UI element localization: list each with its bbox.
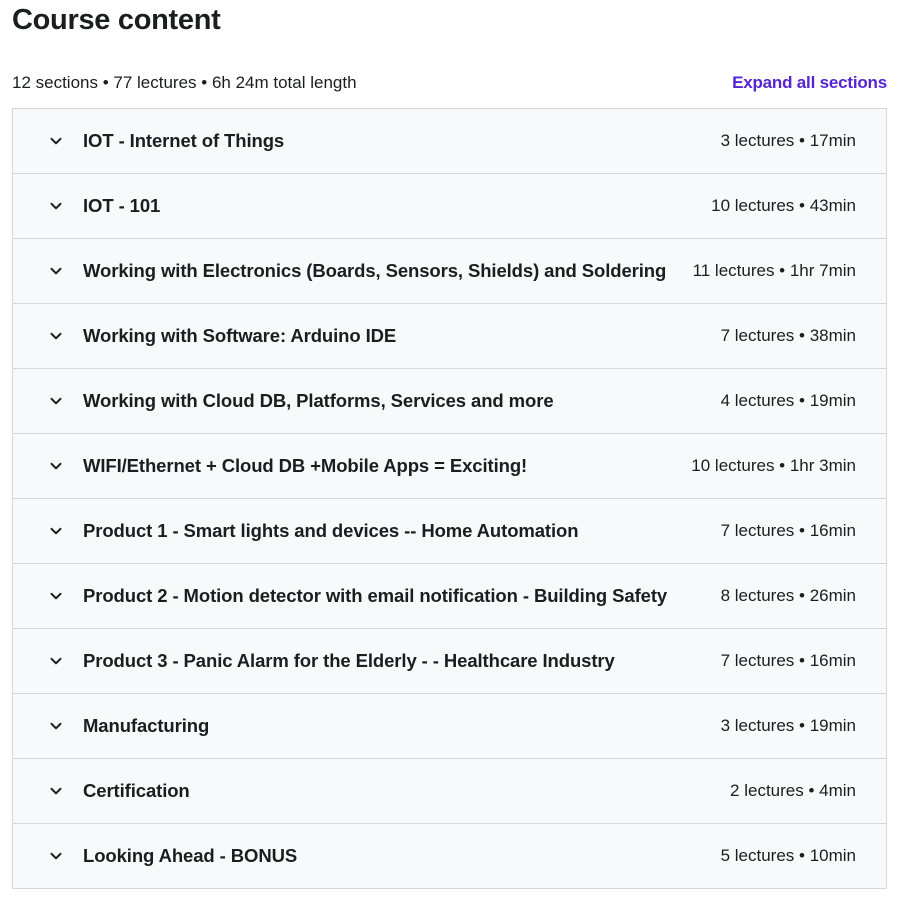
section-row[interactable]: IOT - Internet of Things 3 lectures • 17m…	[13, 109, 886, 174]
page-title: Course content	[12, 4, 221, 36]
section-title: Looking Ahead - BONUS	[83, 845, 298, 866]
chevron-down-icon	[49, 849, 63, 863]
course-summary-row: 12 sections • 77 lectures • 6h 24m total…	[12, 70, 887, 96]
section-row[interactable]: Product 1 - Smart lights and devices -- …	[13, 499, 886, 564]
section-title: IOT - Internet of Things	[83, 130, 285, 151]
chevron-down-icon	[49, 264, 63, 278]
section-meta: 7 lectures • 16min	[720, 521, 856, 540]
chevron-down-icon	[49, 199, 63, 213]
section-title: Product 2 - Motion detector with email n…	[83, 585, 668, 606]
section-title: Working with Electronics (Boards, Sensor…	[83, 260, 667, 281]
section-title: WIFI/Ethernet + Cloud DB +Mobile Apps = …	[83, 455, 528, 476]
section-row[interactable]: Manufacturing 3 lectures • 19min	[13, 694, 886, 759]
section-row[interactable]: Product 3 - Panic Alarm for the Elderly …	[13, 629, 886, 694]
section-row[interactable]: Certification 2 lectures • 4min	[13, 759, 886, 824]
chevron-down-icon	[49, 394, 63, 408]
section-row[interactable]: Working with Cloud DB, Platforms, Servic…	[13, 369, 886, 434]
section-meta: 7 lectures • 16min	[720, 651, 856, 670]
section-title: Manufacturing	[83, 715, 210, 736]
chevron-down-icon	[49, 524, 63, 538]
chevron-down-icon	[49, 134, 63, 148]
section-row[interactable]: Working with Electronics (Boards, Sensor…	[13, 239, 886, 304]
section-meta: 11 lectures • 1hr 7min	[692, 261, 856, 280]
course-summary: 12 sections • 77 lectures • 6h 24m total…	[12, 73, 357, 92]
section-meta: 8 lectures • 26min	[720, 586, 856, 605]
section-title: Product 1 - Smart lights and devices -- …	[83, 520, 579, 541]
section-title: Working with Cloud DB, Platforms, Servic…	[83, 390, 554, 411]
section-row[interactable]: IOT - 101 10 lectures • 43min	[13, 174, 886, 239]
section-list: IOT - Internet of Things 3 lectures • 17m…	[12, 108, 887, 889]
section-row[interactable]: Product 2 - Motion detector with email n…	[13, 564, 886, 629]
section-row[interactable]: Looking Ahead - BONUS 5 lectures • 10min	[13, 824, 886, 889]
section-title: IOT - 101	[83, 195, 161, 216]
section-meta: 10 lectures • 1hr 3min	[691, 456, 856, 475]
section-meta: 5 lectures • 10min	[720, 846, 856, 865]
section-meta: 3 lectures • 17min	[720, 131, 856, 150]
section-title: Certification	[83, 780, 190, 801]
chevron-down-icon	[49, 784, 63, 798]
section-row[interactable]: Working with Software: Arduino IDE 7 lect…	[13, 304, 886, 369]
section-title: Working with Software: Arduino IDE	[83, 325, 397, 346]
section-title: Product 3 - Panic Alarm for the Elderly …	[83, 650, 615, 671]
section-meta: 4 lectures • 19min	[720, 391, 856, 410]
chevron-down-icon	[49, 719, 63, 733]
chevron-down-icon	[49, 459, 63, 473]
section-row[interactable]: WIFI/Ethernet + Cloud DB +Mobile Apps = …	[13, 434, 886, 499]
section-meta: 3 lectures • 19min	[720, 716, 856, 735]
chevron-down-icon	[49, 329, 63, 343]
expand-all-sections-button[interactable]: Expand all sections	[732, 73, 887, 93]
section-meta: 7 lectures • 38min	[720, 326, 856, 345]
section-meta: 10 lectures • 43min	[711, 196, 856, 215]
chevron-down-icon	[49, 589, 63, 603]
section-meta: 2 lectures • 4min	[730, 781, 856, 800]
chevron-down-icon	[49, 654, 63, 668]
